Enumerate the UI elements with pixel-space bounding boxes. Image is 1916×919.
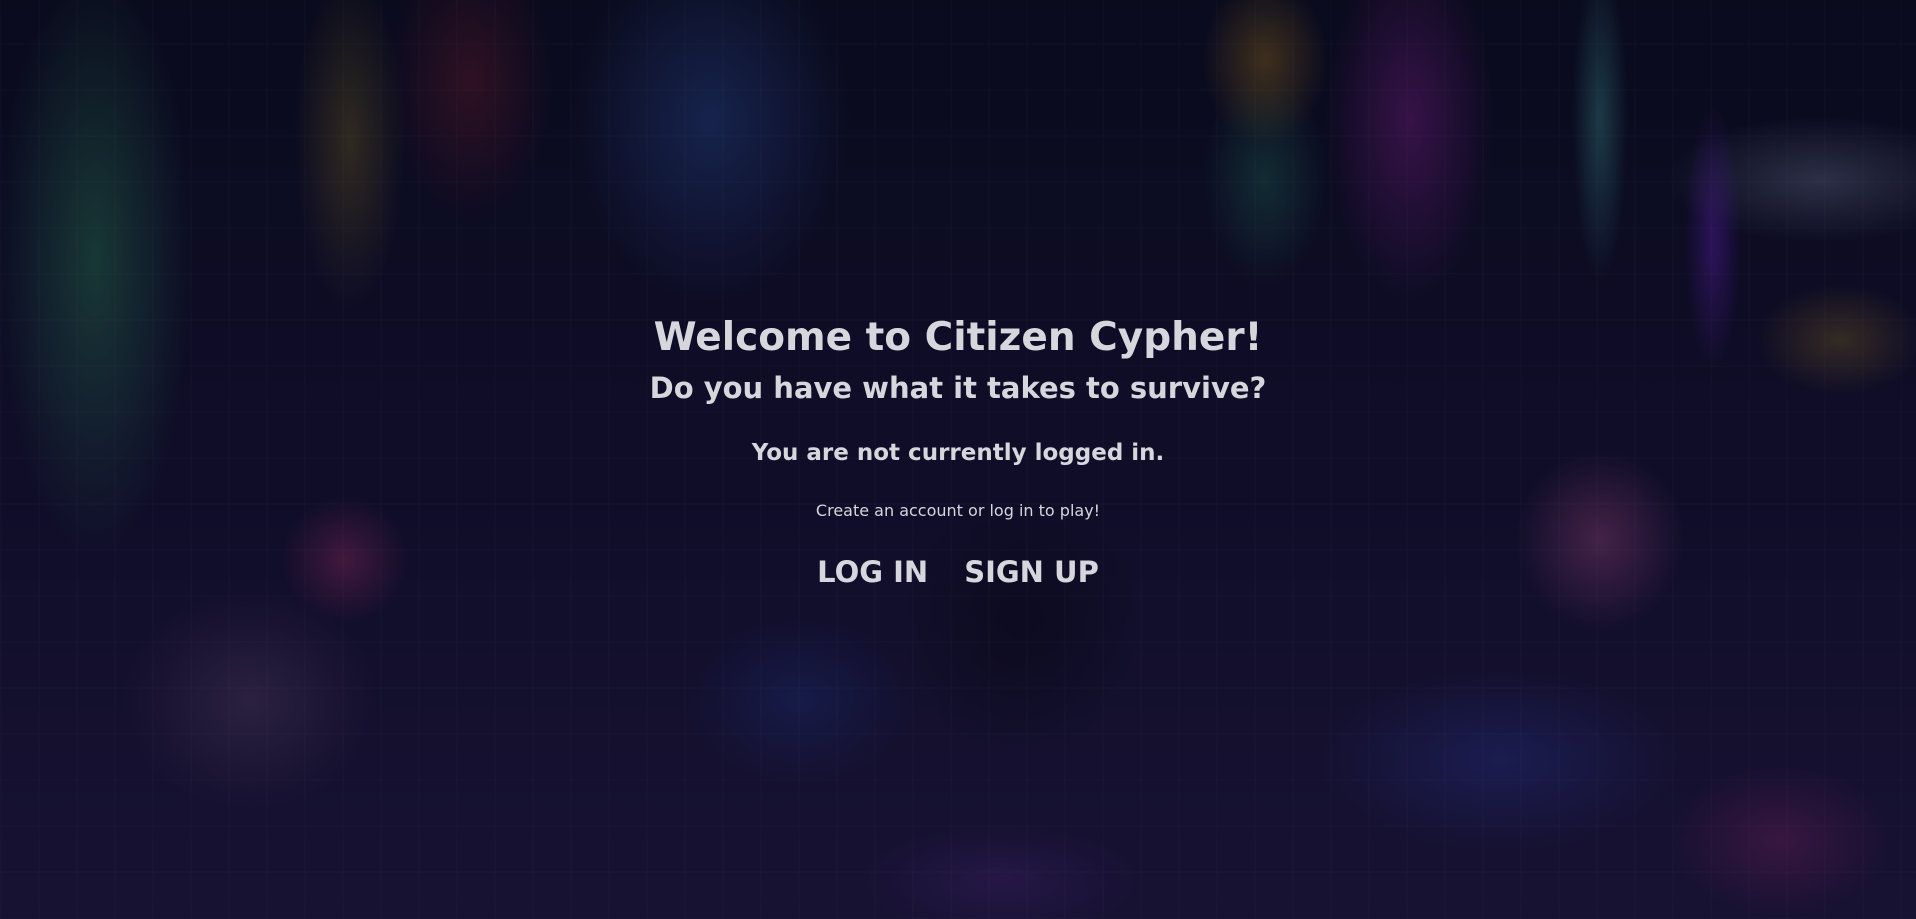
page-title: Welcome to Citizen Cypher! <box>653 315 1263 360</box>
signup-link[interactable]: SIGN UP <box>964 552 1099 592</box>
auth-actions: LOG IN SIGN UP <box>0 552 1916 592</box>
login-status-text: You are not currently logged in. <box>751 440 1165 466</box>
login-link[interactable]: LOG IN <box>817 552 928 592</box>
page-subtitle: Do you have what it takes to survive? <box>649 371 1267 405</box>
instruction-text: Create an account or log in to play! <box>815 501 1101 520</box>
welcome-panel: Welcome to Citizen Cypher! Do you have w… <box>0 0 1916 919</box>
